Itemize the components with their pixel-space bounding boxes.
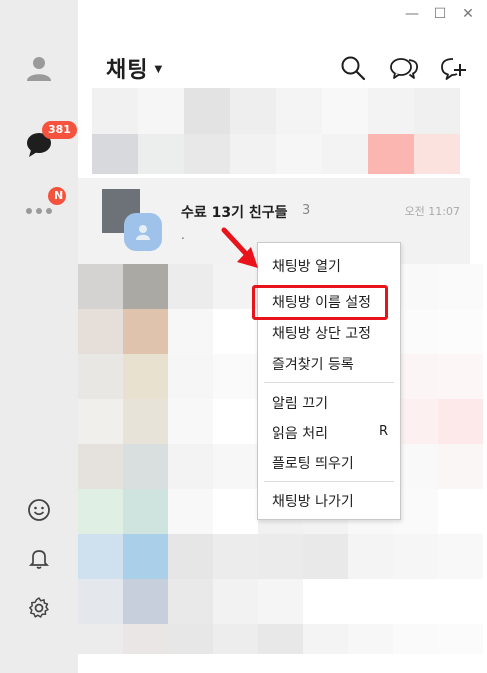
new-chat-icon[interactable] — [439, 54, 467, 82]
red-arrow-annotation — [221, 227, 258, 268]
close-button[interactable]: ✕ — [461, 6, 475, 22]
settings-gear-icon[interactable] — [0, 596, 78, 620]
highlight-annotation-box — [252, 285, 388, 320]
maximize-button[interactable]: ☐ — [433, 6, 447, 22]
more-icon[interactable] — [0, 206, 78, 216]
menu-item-floating[interactable]: 플로팅 띄우기 — [272, 453, 354, 473]
group-avatar-icon — [124, 213, 162, 251]
bell-icon[interactable] — [0, 546, 78, 570]
menu-item-mark-read[interactable]: 읽음 처리 — [272, 423, 328, 443]
sidebar: 381 N — [0, 0, 78, 673]
menu-divider — [264, 481, 394, 482]
menu-item-open-chat[interactable]: 채팅방 열기 — [272, 256, 341, 276]
mark-read-shortcut: R — [378, 424, 388, 439]
chat-unread-badge: 381 — [42, 121, 77, 139]
more-new-badge: N — [48, 187, 66, 205]
context-menu: 채팅방 열기 채팅방 이름 설정 채팅방 상단 고정 즐겨찾기 등록 알림 끄기… — [257, 242, 401, 520]
last-message-time: 오전 11:07 — [404, 205, 460, 218]
header-actions — [339, 54, 467, 82]
menu-divider — [264, 382, 394, 383]
menu-item-mute-notifications[interactable]: 알림 끄기 — [272, 393, 328, 413]
chat-title-dropdown[interactable]: 채팅 ▼ — [106, 52, 162, 84]
caret-down-icon: ▼ — [154, 64, 163, 75]
menu-item-add-favorite[interactable]: 즐겨찾기 등록 — [272, 354, 354, 374]
menu-item-leave-chat[interactable]: 채팅방 나가기 — [272, 491, 354, 511]
profile-icon[interactable] — [0, 54, 78, 82]
menu-item-pin-top[interactable]: 채팅방 상단 고정 — [272, 323, 371, 343]
window-controls: — ☐ ✕ — [405, 6, 475, 22]
emoticon-icon[interactable] — [0, 498, 78, 522]
open-chat-icon[interactable] — [389, 54, 418, 82]
last-message-preview: . — [181, 228, 185, 242]
page-title: 채팅 — [106, 58, 149, 83]
minimize-button[interactable]: — — [405, 6, 419, 22]
member-count: 3 — [302, 203, 311, 218]
search-icon[interactable] — [339, 54, 367, 82]
chat-room-name: 수료 13기 친구들 — [181, 205, 288, 221]
